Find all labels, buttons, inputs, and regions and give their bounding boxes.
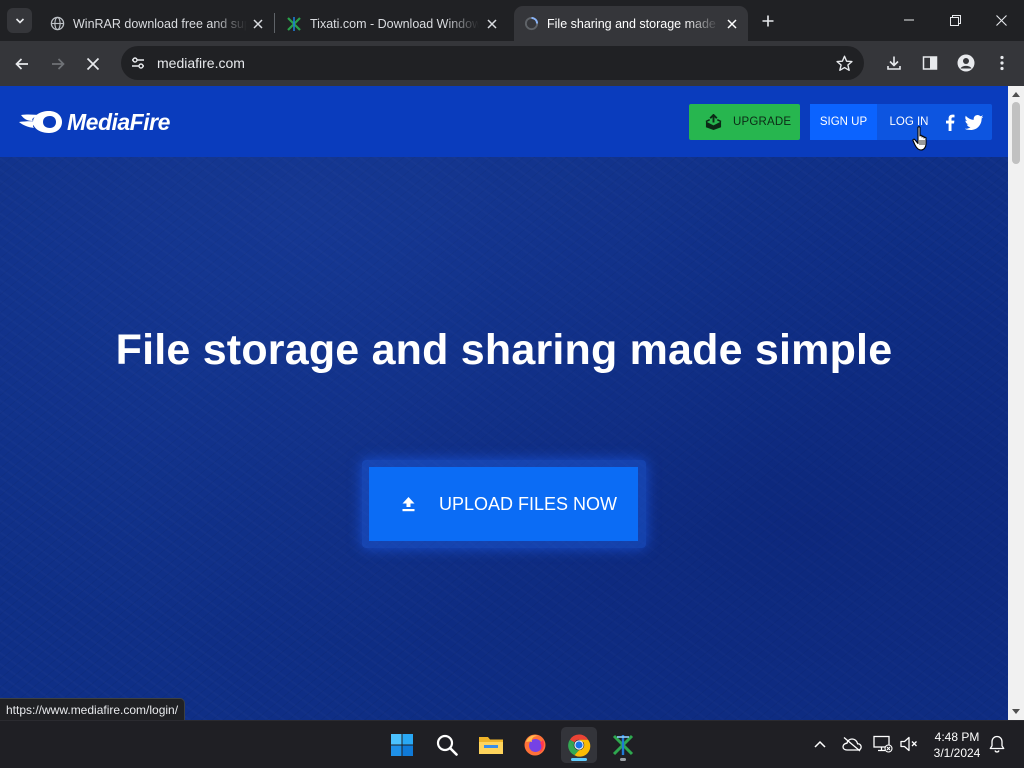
taskbar-tixati[interactable] — [605, 727, 641, 763]
firefox-icon — [524, 734, 546, 756]
browser-toolbar: mediafire.com — [0, 41, 1024, 86]
loading-spinner-icon — [523, 16, 539, 32]
sign-up-button[interactable]: SIGN UP — [810, 104, 877, 140]
facebook-icon[interactable] — [940, 112, 960, 132]
triangle-down-icon — [1012, 709, 1020, 714]
network-tray[interactable] — [872, 733, 894, 755]
upgrade-button[interactable]: UPGRADE — [689, 104, 800, 140]
tab-mediafire[interactable]: File sharing and storage made simple — [514, 6, 748, 41]
show-hidden-icons-button[interactable] — [809, 733, 831, 755]
start-icon — [391, 734, 413, 756]
bookmark-star-icon[interactable] — [834, 53, 854, 73]
kebab-menu-icon — [1000, 55, 1004, 71]
hero-title: File storage and sharing made simple — [115, 326, 893, 374]
profile-icon — [957, 54, 975, 72]
menu-button[interactable] — [991, 52, 1013, 74]
taskbar-search-button[interactable] — [429, 727, 465, 763]
cloud-offline-icon — [842, 737, 862, 752]
tixati-icon — [612, 734, 634, 756]
stop-loading-button[interactable] — [79, 50, 107, 78]
windows-taskbar: 4:48 PM 3/1/2024 — [0, 720, 1024, 768]
clock-time: 4:48 PM — [934, 730, 980, 744]
taskbar-file-explorer[interactable] — [473, 727, 509, 763]
close-tab-icon[interactable] — [723, 14, 740, 34]
site-settings-icon[interactable] — [129, 54, 147, 72]
tab-title: Tixati.com - Download Windows — [310, 16, 479, 31]
clock-date: 3/1/2024 — [933, 746, 981, 760]
running-app-indicator — [620, 758, 626, 761]
twitter-icon[interactable] — [964, 112, 984, 132]
downloads-button[interactable] — [883, 52, 905, 74]
forward-button[interactable] — [44, 50, 72, 78]
bell-icon — [989, 735, 1005, 753]
close-tab-icon[interactable] — [251, 14, 265, 34]
close-icon — [995, 14, 1007, 26]
upload-arrow-icon — [399, 495, 417, 513]
scroll-thumb[interactable] — [1012, 102, 1020, 164]
close-window-button[interactable] — [978, 0, 1024, 40]
speaker-muted-icon — [900, 736, 917, 752]
network-icon — [873, 735, 893, 753]
notifications-button[interactable] — [986, 733, 1008, 755]
search-icon — [436, 734, 458, 756]
start-button[interactable] — [384, 727, 420, 763]
upgrade-label: UPGRADE — [733, 116, 792, 128]
tab-separator — [274, 13, 275, 33]
address-url: mediafire.com — [157, 55, 245, 71]
tab-title: File sharing and storage made simple — [547, 16, 719, 31]
status-bar-url: https://www.mediafire.com/login/ — [0, 698, 186, 720]
tab-strip: WinRAR download free and support: WinRAR… — [0, 0, 1024, 41]
tab-winrar[interactable]: WinRAR download free and support: WinRAR — [40, 6, 273, 41]
restore-button[interactable] — [932, 0, 978, 40]
upgrade-box-icon — [704, 113, 722, 131]
chevron-down-icon — [15, 17, 24, 24]
download-icon — [887, 56, 901, 70]
close-tab-icon[interactable] — [483, 14, 502, 34]
tab-title: WinRAR download free and support: WinRAR — [73, 16, 247, 31]
chrome-icon — [568, 734, 591, 757]
tab-search-button[interactable] — [7, 8, 32, 33]
restore-icon — [949, 14, 961, 26]
logo-text: MediaFire — [67, 108, 170, 135]
chevron-up-icon — [814, 740, 826, 748]
arrow-left-icon — [15, 58, 28, 70]
mediafire-flame-icon — [19, 111, 62, 133]
scroll-down-button[interactable] — [1008, 704, 1024, 720]
triangle-up-icon — [1012, 92, 1020, 97]
auth-buttons: SIGN UP LOG IN — [810, 104, 992, 140]
hand-pointer-cursor-icon — [912, 126, 927, 151]
address-bar[interactable]: mediafire.com — [121, 46, 864, 80]
profile-button[interactable] — [955, 52, 977, 74]
upload-label: UPLOAD FILES NOW — [439, 493, 618, 514]
side-panel-icon — [922, 56, 938, 70]
plus-icon — [762, 15, 774, 27]
file-explorer-icon — [479, 737, 503, 754]
upload-files-button[interactable]: UPLOAD FILES NOW — [369, 467, 638, 541]
minimize-icon — [904, 19, 914, 21]
system-clock[interactable]: 4:48 PM 3/1/2024 — [924, 729, 990, 761]
globe-icon — [49, 16, 65, 32]
minimize-button[interactable] — [886, 0, 932, 40]
volume-tray[interactable] — [898, 733, 920, 755]
taskbar-chrome[interactable] — [561, 727, 597, 763]
scroll-up-button[interactable] — [1008, 86, 1024, 102]
side-panel-button[interactable] — [919, 52, 941, 74]
tab-tixati[interactable]: Tixati.com - Download Windows — [277, 6, 510, 41]
onedrive-tray[interactable] — [841, 733, 863, 755]
taskbar-firefox[interactable] — [517, 727, 553, 763]
page-scrollbar[interactable] — [1008, 86, 1024, 720]
mediafire-logo[interactable]: MediaFire — [19, 108, 170, 136]
mediafire-header: MediaFire UPGRADE SIGN UP LOG IN — [0, 86, 1008, 157]
tixati-icon — [286, 16, 302, 32]
arrow-right-icon — [52, 58, 65, 70]
close-icon — [86, 57, 100, 71]
page-viewport: MediaFire UPGRADE SIGN UP LOG IN File st… — [0, 86, 1008, 720]
new-tab-button[interactable] — [757, 10, 779, 32]
active-app-indicator — [571, 758, 587, 761]
back-button[interactable] — [8, 50, 36, 78]
